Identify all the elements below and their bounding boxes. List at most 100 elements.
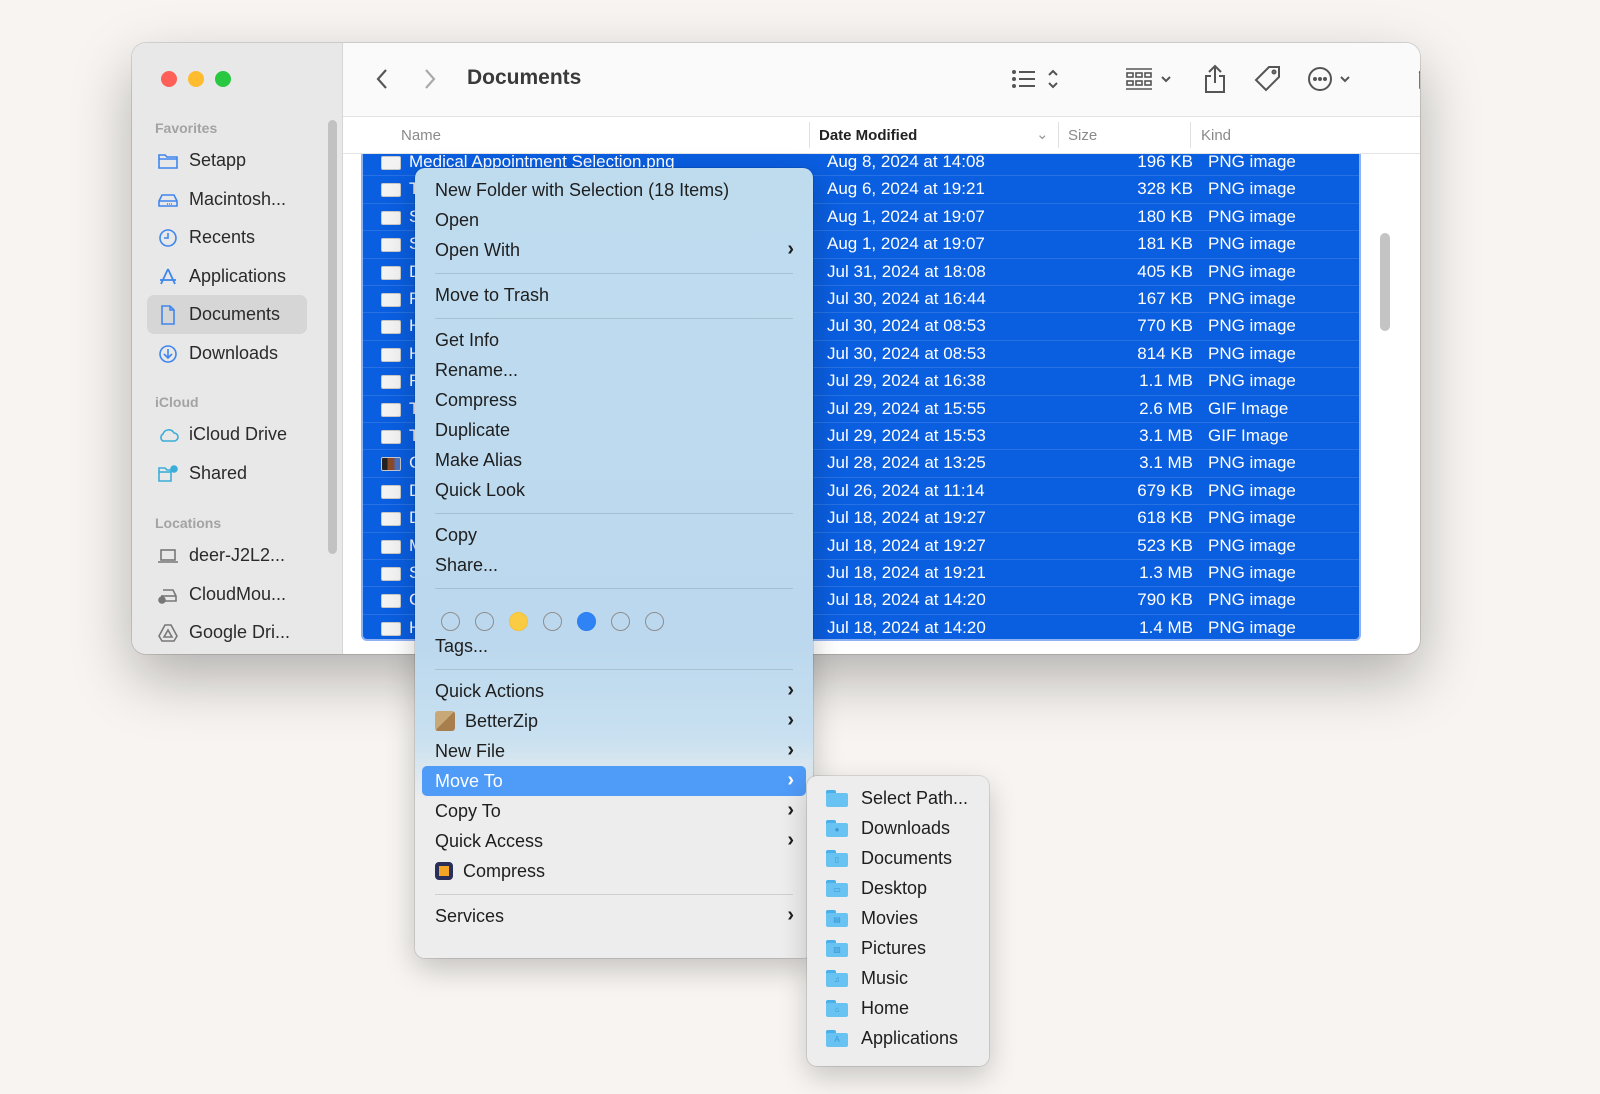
folder-icon [826,789,848,807]
file-date-modified: Aug 1, 2024 at 19:07 [827,234,985,254]
sidebar-item-applications[interactable]: Applications [147,257,307,296]
submenu-item-downloads[interactable]: ● Downloads [826,813,950,843]
menu-item-new-folder-with-selection[interactable]: New Folder with Selection (18 Items) [422,175,806,205]
share-button[interactable] [1195,61,1235,97]
menu-item-betterzip[interactable]: BetterZip › [422,706,806,736]
tag-none-4[interactable] [611,612,630,631]
tag-blue[interactable] [577,612,596,631]
file-kind: PNG image [1208,371,1296,391]
tag-button[interactable] [1248,61,1288,97]
submenu-item-label: Music [861,967,909,988]
submenu-item-home[interactable]: ⌂ Home [826,993,909,1023]
sidebar-item-downloads[interactable]: Downloads [147,334,307,373]
submenu-item-music[interactable]: ♫ Music [826,963,908,993]
sidebar-item-google-drive[interactable]: Google Dri... [147,613,307,652]
chevron-right-icon: › [787,739,794,761]
menu-item-compress-app[interactable]: Compress [422,856,806,886]
column-divider[interactable] [809,122,810,148]
group-button[interactable] [1120,61,1180,97]
file-kind: PNG image [1208,480,1296,500]
menu-separator [435,318,793,319]
menu-item-quick-actions[interactable]: Quick Actions › [422,676,806,706]
sidebar-scrollbar[interactable] [328,120,337,554]
menu-item-open-with[interactable]: Open With › [422,235,806,265]
file-kind: PNG image [1208,206,1296,226]
forward-button[interactable] [415,61,445,97]
tag-none-2[interactable] [475,612,494,631]
file-size: 814 KB [1137,343,1193,363]
menu-item-duplicate[interactable]: Duplicate [422,415,806,445]
menu-item-label: Quick Access [435,830,544,851]
tag-none-5[interactable] [645,612,664,631]
minimize-window-button[interactable] [188,71,204,87]
sidebar-item-documents[interactable]: Documents [147,295,307,334]
sort-chevron-icon[interactable]: ⌄ [1036,125,1049,143]
sidebar-item-recents[interactable]: Recents [147,218,307,257]
menu-item-label: Open With [435,239,521,260]
sidebar-item-setapp[interactable]: Setapp [147,141,307,180]
submenu-item-desktop[interactable]: ▭ Desktop [826,873,927,903]
menu-item-quick-look[interactable]: Quick Look [422,475,806,505]
chevron-right-icon: › [787,799,794,821]
column-kind[interactable]: Kind [1201,127,1231,144]
column-date-modified[interactable]: Date Modified [819,127,917,144]
menu-item-share[interactable]: Share... [422,550,806,580]
maximize-window-button[interactable] [215,71,231,87]
sidebar-item-deer[interactable]: deer-J2L2... [147,536,307,575]
submenu-item-pictures[interactable]: ▨ Pictures [826,933,926,963]
drive-button[interactable] [1411,61,1420,97]
sidebar-item-shared[interactable]: Shared [147,454,307,493]
submenu-item-select-path[interactable]: Select Path... [826,783,968,813]
sidebar-item-label: Google Dri... [189,622,291,642]
view-options-button[interactable] [1007,61,1067,97]
file-date-modified: Aug 8, 2024 at 14:08 [827,154,985,171]
file-kind: PNG image [1208,234,1296,254]
move-to-submenu: Select Path... ● Downloads ▯ Documents ▭ De… [807,776,989,1066]
menu-item-copy[interactable]: Copy [422,520,806,550]
file-list-scrollbar[interactable] [1380,233,1390,331]
tag-none-3[interactable] [543,612,562,631]
tag-yellow[interactable] [509,612,528,631]
image-file-icon [381,183,401,198]
submenu-item-movies[interactable]: ▤ Movies [826,903,918,933]
column-size[interactable]: Size [1068,127,1097,144]
column-name[interactable]: Name [401,127,441,144]
more-actions-button[interactable] [1303,61,1363,97]
tag-none-1[interactable] [441,612,460,631]
close-window-button[interactable] [161,71,177,87]
image-file-icon [381,265,401,280]
menu-item-new-file[interactable]: New File › [422,736,806,766]
sidebar-item-cloudmounter[interactable]: CloudMou... [147,575,307,614]
image-file-icon [381,457,401,472]
sidebar-item-macintosh[interactable]: Macintosh... [147,180,307,219]
file-date-modified: Jul 29, 2024 at 15:55 [827,398,986,418]
submenu-item-documents[interactable]: ▯ Documents [826,843,952,873]
column-divider[interactable] [1058,122,1059,148]
menu-item-make-alias[interactable]: Make Alias [422,445,806,475]
home-folder-icon: ⌂ [826,999,848,1017]
menu-item-compress[interactable]: Compress [422,385,806,415]
folder-icon [157,150,179,172]
file-kind: PNG image [1208,261,1296,281]
menu-item-label: Move to Trash [435,284,550,305]
menu-item-copy-to[interactable]: Copy To › [422,796,806,826]
back-button[interactable] [367,61,397,97]
menu-item-move-to-trash[interactable]: Move to Trash [422,280,806,310]
menu-item-label: New Folder with Selection (18 Items) [435,179,730,200]
sidebar-item-icloud-drive[interactable]: iCloud Drive [147,415,307,454]
menu-item-move-to[interactable]: Move To › [422,766,806,796]
menu-item-tags[interactable]: Tags... [422,631,806,661]
menu-item-rename[interactable]: Rename... [422,355,806,385]
submenu-item-applications[interactable]: A Applications [826,1023,958,1053]
menu-separator [435,273,793,274]
menu-item-services[interactable]: Services › [422,901,806,931]
menu-item-quick-access[interactable]: Quick Access › [422,826,806,856]
hard-drive-icon [157,189,179,211]
menu-item-label: Duplicate [435,419,511,440]
pictures-folder-icon: ▨ [826,939,848,957]
menu-item-open[interactable]: Open [422,205,806,235]
menu-item-label: New File [435,740,506,761]
menu-item-label: Quick Actions [435,680,545,701]
menu-item-get-info[interactable]: Get Info [422,325,806,355]
column-divider[interactable] [1190,122,1191,148]
